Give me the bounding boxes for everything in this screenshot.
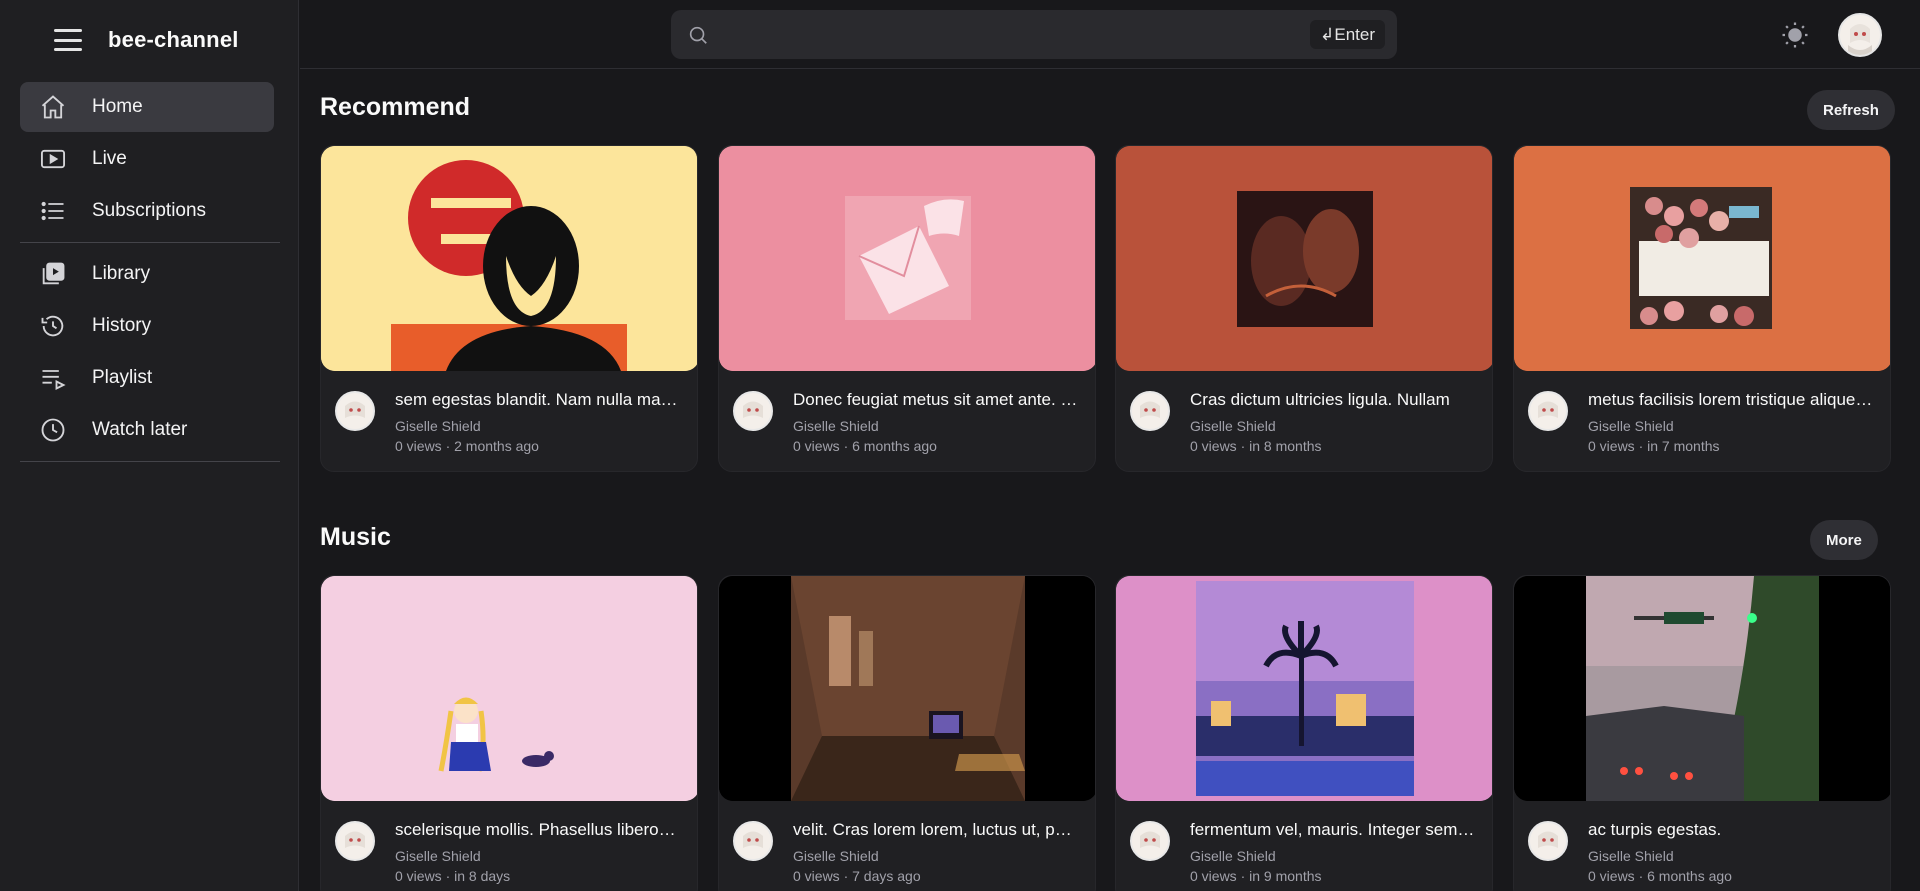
video-title[interactable]: ac turpis egestas. [1588, 820, 1873, 840]
video-meta: 0 views · 6 months ago [1588, 868, 1732, 884]
video-title[interactable]: sem egestas blandit. Nam nulla magna, ma… [395, 390, 680, 410]
video-info: sem egestas blandit. Nam nulla magna, ma… [321, 371, 697, 471]
video-thumbnail[interactable] [1514, 576, 1890, 801]
list-icon [38, 196, 68, 226]
video-title[interactable]: Donec feugiat metus sit amet ante. Vivam… [793, 390, 1078, 410]
history-icon [38, 311, 68, 341]
search-icon [687, 24, 709, 46]
brand: bee-channel [54, 24, 239, 56]
video-card[interactable]: metus facilisis lorem tristique aliquet.… [1513, 145, 1891, 472]
channel-name[interactable]: Giselle Shield [793, 848, 879, 864]
video-thumbnail[interactable] [321, 146, 697, 371]
enter-key-button[interactable]: ↲Enter [1310, 20, 1385, 49]
sidebar: bee-channel Home Live Subscriptions Libr… [0, 0, 299, 891]
sidebar-item-history[interactable]: History [20, 301, 274, 351]
video-card[interactable]: fermentum vel, mauris. Integer sem elit,… [1115, 575, 1493, 891]
video-meta: 0 views · 2 months ago [395, 438, 539, 454]
video-card[interactable]: Donec feugiat metus sit amet ante. Vivam… [718, 145, 1096, 472]
sidebar-divider [20, 461, 280, 462]
app-name: bee-channel [108, 27, 239, 52]
video-meta: 0 views · in 8 months [1190, 438, 1322, 454]
video-meta: 0 views · 6 months ago [793, 438, 937, 454]
video-thumbnail[interactable] [719, 146, 1095, 371]
sun-icon[interactable] [1780, 20, 1810, 50]
channel-name[interactable]: Giselle Shield [1588, 848, 1674, 864]
video-title[interactable]: scelerisque mollis. Phasellus libero mau… [395, 820, 680, 840]
sidebar-divider [20, 242, 280, 243]
video-info: Cras dictum ultricies ligula. Nullam Gis… [1116, 371, 1492, 471]
video-thumbnail[interactable] [719, 576, 1095, 801]
sidebar-item-live[interactable]: Live [20, 134, 274, 184]
video-meta: 0 views · in 8 days [395, 868, 511, 884]
channel-name[interactable]: Giselle Shield [793, 418, 879, 434]
sidebar-item-label: Library [92, 263, 151, 284]
sidebar-item-playlist[interactable]: Playlist [20, 353, 274, 403]
video-meta: 0 views · 7 days ago [793, 868, 921, 884]
video-title[interactable]: metus facilisis lorem tristique aliquet.… [1588, 390, 1873, 410]
channel-avatar[interactable] [1528, 391, 1568, 431]
channel-avatar[interactable] [335, 391, 375, 431]
channel-avatar[interactable] [1528, 821, 1568, 861]
video-thumbnail[interactable] [1116, 146, 1492, 371]
home-icon [38, 92, 68, 122]
video-card[interactable]: velit. Cras lorem lorem, luctus ut, pell… [718, 575, 1096, 891]
channel-avatar[interactable] [335, 821, 375, 861]
playlist-icon [38, 363, 68, 393]
sidebar-item-library[interactable]: Library [20, 249, 274, 299]
video-info: metus facilisis lorem tristique aliquet.… [1514, 371, 1890, 471]
live-icon [38, 144, 68, 174]
sidebar-item-watch-later[interactable]: Watch later [20, 405, 274, 455]
video-thumbnail[interactable] [321, 576, 697, 801]
sidebar-item-subscriptions[interactable]: Subscriptions [20, 186, 274, 236]
sidebar-item-label: Subscriptions [92, 200, 207, 221]
topbar: ↲Enter [300, 0, 1920, 69]
hamburger-menu-icon[interactable] [54, 29, 82, 51]
sidebar-item-label: Live [92, 148, 127, 169]
library-icon [38, 259, 68, 289]
channel-avatar[interactable] [1130, 391, 1170, 431]
refresh-button[interactable]: Refresh [1807, 90, 1895, 130]
channel-name[interactable]: Giselle Shield [1190, 848, 1276, 864]
video-info: velit. Cras lorem lorem, luctus ut, pell… [719, 801, 1095, 891]
channel-name[interactable]: Giselle Shield [395, 418, 481, 434]
video-title[interactable]: fermentum vel, mauris. Integer sem elit,… [1190, 820, 1475, 840]
video-card[interactable]: scelerisque mollis. Phasellus libero mau… [320, 575, 698, 891]
video-info: ac turpis egestas. Giselle Shield 0 view… [1514, 801, 1890, 891]
channel-name[interactable]: Giselle Shield [1588, 418, 1674, 434]
video-info: fermentum vel, mauris. Integer sem elit,… [1116, 801, 1492, 891]
clock-icon [38, 415, 68, 445]
channel-avatar[interactable] [1130, 821, 1170, 861]
sidebar-nav: Home Live Subscriptions Library History [20, 82, 280, 468]
video-info: scelerisque mollis. Phasellus libero mau… [321, 801, 697, 891]
sidebar-item-home[interactable]: Home [20, 82, 274, 132]
video-card[interactable]: sem egestas blandit. Nam nulla magna, ma… [320, 145, 698, 472]
sidebar-item-label: Watch later [92, 419, 188, 440]
video-title[interactable]: velit. Cras lorem lorem, luctus ut, pell… [793, 820, 1078, 840]
video-meta: 0 views · in 7 months [1588, 438, 1720, 454]
channel-name[interactable]: Giselle Shield [395, 848, 481, 864]
video-card[interactable]: ac turpis egestas. Giselle Shield 0 view… [1513, 575, 1891, 891]
channel-avatar[interactable] [733, 821, 773, 861]
section-title-music: Music [320, 523, 391, 551]
sidebar-item-label: Playlist [92, 367, 153, 388]
sidebar-item-label: Home [92, 96, 143, 117]
more-button[interactable]: More [1810, 520, 1878, 560]
channel-avatar[interactable] [733, 391, 773, 431]
video-meta: 0 views · in 9 months [1190, 868, 1322, 884]
avatar[interactable] [1838, 13, 1882, 57]
channel-name[interactable]: Giselle Shield [1190, 418, 1276, 434]
video-thumbnail[interactable] [1514, 146, 1890, 371]
search-input[interactable] [719, 24, 1311, 45]
video-card[interactable]: Cras dictum ultricies ligula. Nullam Gis… [1115, 145, 1493, 472]
video-title[interactable]: Cras dictum ultricies ligula. Nullam [1190, 390, 1475, 410]
search-bar[interactable]: ↲Enter [671, 10, 1397, 59]
sidebar-item-label: History [92, 315, 152, 336]
section-title-recommend: Recommend [320, 93, 471, 121]
video-thumbnail[interactable] [1116, 576, 1492, 801]
video-info: Donec feugiat metus sit amet ante. Vivam… [719, 371, 1095, 471]
